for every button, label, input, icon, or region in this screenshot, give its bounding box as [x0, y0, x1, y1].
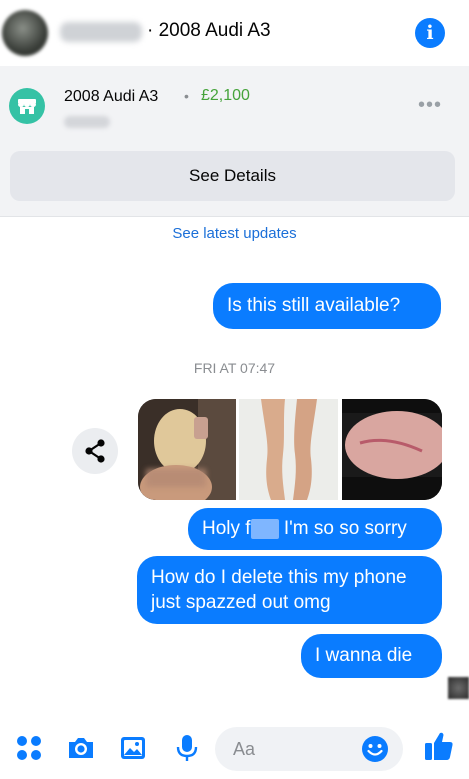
info-glyph: i — [426, 22, 434, 44]
message-bubble-outgoing[interactable]: I wanna die — [301, 634, 442, 678]
see-latest-updates-link[interactable]: See latest updates — [0, 225, 469, 242]
message-text: How do I delete this my phone just spazz… — [151, 567, 407, 613]
message-input-placeholder: Aa — [233, 739, 256, 759]
message-text: I wanna die — [315, 645, 413, 666]
listing-price: £2,100 — [201, 87, 250, 104]
listing-title[interactable]: 2008 Audi A3 — [64, 88, 158, 106]
microphone-icon[interactable] — [172, 733, 202, 763]
message-input[interactable]: Aa — [215, 727, 403, 771]
marketplace-shop-icon — [9, 88, 45, 124]
conversation-header: · 2008 Audi A3 i — [0, 0, 469, 66]
share-button[interactable] — [72, 428, 118, 474]
apps-icon[interactable] — [14, 733, 44, 763]
contact-name-redacted — [60, 22, 142, 42]
message-text-start: Holy f — [202, 518, 251, 539]
info-icon[interactable]: i — [415, 18, 445, 48]
separator-dot: • — [184, 88, 189, 104]
message-bubble-outgoing[interactable]: How do I delete this my phone just spazz… — [137, 556, 442, 624]
message-text-end: I'm so so sorry — [278, 518, 407, 539]
emoji-icon[interactable] — [360, 734, 390, 764]
shared-photo[interactable] — [342, 399, 442, 500]
message-text: Is this still available? — [227, 295, 401, 316]
marketplace-listing-panel: 2008 Audi A3 • £2,100 ••• See Details — [0, 66, 469, 217]
message-bubble-outgoing[interactable]: Is this still available? — [213, 283, 441, 329]
camera-icon[interactable] — [66, 733, 96, 763]
censor-block — [250, 518, 279, 539]
read-receipt-avatar — [448, 677, 469, 699]
contact-avatar[interactable] — [2, 10, 48, 56]
conversation-title: · 2008 Audi A3 — [147, 20, 271, 41]
message-bubble-outgoing[interactable]: Holy f I'm so so sorry — [188, 508, 442, 550]
shared-photo[interactable] — [138, 399, 236, 500]
shared-photo[interactable] — [239, 399, 338, 500]
gallery-icon[interactable] — [118, 733, 148, 763]
thumbs-up-icon[interactable] — [422, 729, 456, 763]
see-details-button[interactable]: See Details — [10, 151, 455, 201]
share-icon — [85, 439, 105, 463]
more-options-icon[interactable]: ••• — [418, 94, 442, 117]
message-timestamp: FRI AT 07:47 — [193, 360, 276, 376]
listing-subtitle-redacted — [64, 116, 110, 128]
message-composer: Aa — [0, 715, 469, 779]
